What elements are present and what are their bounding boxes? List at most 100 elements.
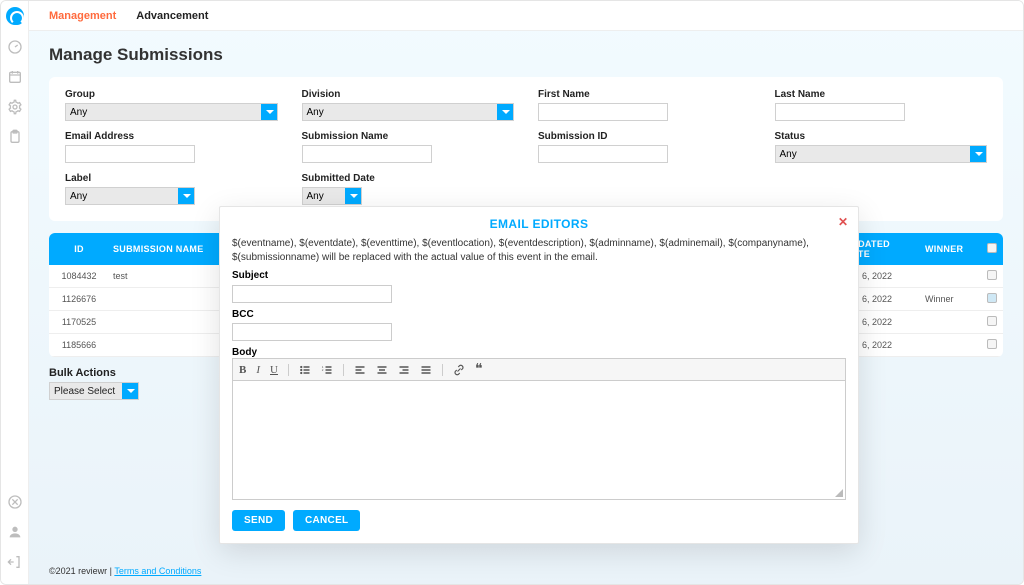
filter-first-name: First Name [538,89,751,121]
chevron-down-icon [345,188,361,204]
filter-status-label: Status [775,131,988,142]
modal-close-icon[interactable]: ✕ [838,215,848,229]
filter-last-name-label: Last Name [775,89,988,100]
main: Management Advancement Manage Submission… [29,1,1023,584]
filter-group-select[interactable]: Any [65,103,278,121]
chevron-down-icon [122,383,138,399]
calendar-icon[interactable] [7,69,23,85]
chevron-down-icon [970,146,986,162]
filter-status: Status Any [775,131,988,163]
cancel-button[interactable]: CANCEL [293,510,360,531]
filter-email-label: Email Address [65,131,278,142]
filter-group: Group Any [65,89,278,121]
chevron-down-icon [497,104,513,120]
list-number-icon[interactable]: 12 [321,364,333,376]
bcc-field: BCC [232,309,846,342]
clipboard-icon[interactable] [7,129,23,145]
cell-id: 1170525 [49,311,109,334]
col-submission-name[interactable]: SUBMISSION NAME [109,233,219,265]
row-checkbox[interactable] [987,316,997,326]
italic-icon[interactable]: I [256,364,260,376]
filter-first-name-label: First Name [538,89,751,100]
footer: ©2021 reviewr | Terms and Conditions [29,566,1023,584]
svg-text:2: 2 [322,367,324,371]
filter-last-name: Last Name [775,89,988,121]
cell-winner [921,311,981,334]
checkbox-icon [987,243,997,253]
cell-name: test [109,265,219,288]
modal-title: EMAIL EDITORS [232,217,846,231]
cell-id: 1185666 [49,334,109,357]
link-icon[interactable] [453,364,465,376]
modal-hint: $(eventname), $(eventdate), $(eventtime)… [232,237,846,264]
filter-panel: Group Any Division Any First Name Last N… [49,77,1003,221]
filter-label: Label Any [65,173,278,205]
filter-email: Email Address [65,131,278,163]
body-field: Body B I U 12 [232,347,846,500]
top-tabs: Management Advancement [29,1,1023,31]
col-check-all[interactable] [981,233,1003,265]
filter-submission-name: Submission Name [302,131,515,163]
filter-label-select[interactable]: Any [65,187,195,205]
cell-name [109,334,219,357]
align-justify-icon[interactable] [420,364,432,376]
help-icon[interactable] [7,494,23,510]
bulk-actions-select[interactable]: Please Select [49,382,139,400]
user-icon[interactable] [7,524,23,540]
filter-submission-name-input[interactable] [302,145,432,163]
app-logo-icon[interactable] [6,7,24,25]
send-button[interactable]: SEND [232,510,285,531]
align-left-icon[interactable] [354,364,366,376]
chevron-down-icon [261,104,277,120]
filter-submitted-date-label: Submitted Date [302,173,515,184]
align-right-icon[interactable] [398,364,410,376]
terms-link[interactable]: Terms and Conditions [114,566,201,576]
filter-label-label: Label [65,173,278,184]
filter-last-name-input[interactable] [775,103,905,121]
filter-division-select[interactable]: Any [302,103,515,121]
quote-icon[interactable]: ❝ [475,361,483,378]
sidebar [1,1,29,584]
underline-icon[interactable]: U [270,364,278,376]
tab-advancement[interactable]: Advancement [136,10,208,22]
body-editor[interactable] [232,380,846,500]
list-bullet-icon[interactable] [299,364,311,376]
filter-group-label: Group [65,89,278,100]
filter-division-label: Division [302,89,515,100]
cell-winner [921,334,981,357]
subject-input[interactable] [232,285,392,303]
row-checkbox[interactable] [987,293,997,303]
row-checkbox[interactable] [987,270,997,280]
col-id[interactable]: ID [49,233,109,265]
chevron-down-icon [178,188,194,204]
bcc-input[interactable] [232,323,392,341]
body-label: Body [232,347,846,358]
separator-icon [442,364,443,376]
separator-icon [343,364,344,376]
filter-submission-id-label: Submission ID [538,131,751,142]
filter-email-input[interactable] [65,145,195,163]
bold-icon[interactable]: B [239,364,246,376]
cell-winner [921,265,981,288]
gear-icon[interactable] [7,99,23,115]
cell-id: 1126676 [49,288,109,311]
email-editors-modal: ✕ EMAIL EDITORS $(eventname), $(eventdat… [219,206,859,544]
filter-submitted-date-select[interactable]: Any [302,187,362,205]
dashboard-icon[interactable] [7,39,23,55]
subject-label: Subject [232,270,846,281]
filter-first-name-input[interactable] [538,103,668,121]
filter-status-select[interactable]: Any [775,145,988,163]
page-title: Manage Submissions [49,45,1003,65]
row-checkbox[interactable] [987,339,997,349]
align-center-icon[interactable] [376,364,388,376]
logout-icon[interactable] [7,554,23,570]
filter-submitted-date: Submitted Date Any [302,173,515,205]
resize-handle-icon[interactable] [834,488,844,498]
cell-name [109,311,219,334]
cell-winner: Winner [921,288,981,311]
filter-submission-id-input[interactable] [538,145,668,163]
tab-management[interactable]: Management [49,10,116,22]
bcc-label: BCC [232,309,846,320]
separator-icon [288,364,289,376]
col-winner[interactable]: WINNER [921,233,981,265]
